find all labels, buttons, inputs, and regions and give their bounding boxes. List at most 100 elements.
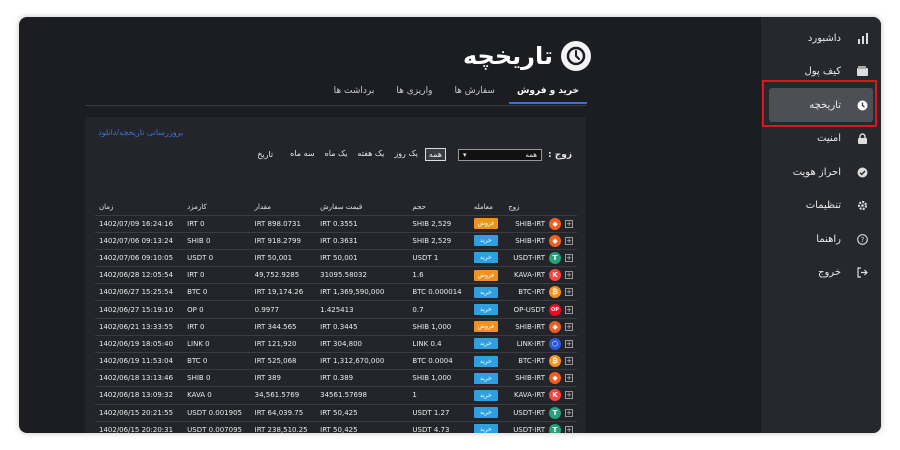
sidebar-item-label: تنظیمات — [805, 200, 841, 211]
pair-cell-content: + ◆ SHIB-IRT — [508, 217, 573, 230]
pair-cell-content: + ◆ SHIB-IRT — [508, 372, 573, 385]
pair-name: SHIB-IRT — [515, 322, 545, 331]
trade-side-badge: خرید — [473, 304, 498, 316]
table-row[interactable]: + K KAVA-IRT فروش 1.6 31095.58032 49,752.9285 I… — [95, 266, 577, 285]
pair-cell: + T USDT-IRT — [504, 421, 577, 433]
bar-chart-icon — [855, 31, 869, 45]
pair-name: SHIB-IRT — [515, 236, 545, 245]
table-row[interactable]: + ◆ SHIB-IRT فروش SHIB 1,000 IRT 0.3445 IRT 34… — [95, 318, 577, 336]
expand-row-icon[interactable]: + — [565, 408, 573, 417]
expand-row-icon[interactable]: + — [565, 357, 573, 366]
time-cell: 16:24:16 1402/07/09 — [95, 215, 184, 233]
volume-cell: 0.7 — [408, 300, 470, 319]
sidebar-item-label: راهنما — [816, 233, 841, 245]
table-row[interactable]: + ⬡ LINK-IRT خرید LINK 0.4 IRT 304,800 IRT 121… — [95, 335, 577, 354]
order-price-cell: IRT 304,800 — [316, 335, 409, 354]
pair-cell-content: + ◆ SHIB-IRT — [508, 234, 573, 247]
shib-coin-icon: ◆ — [549, 320, 561, 333]
expand-row-icon[interactable]: + — [565, 288, 573, 297]
volume-cell: BTC 0.0004 — [408, 352, 470, 371]
expand-row-icon[interactable]: + — [565, 339, 573, 348]
table-row[interactable]: + T USDT-IRT خرید USDT 4.73 IRT 50,425 IRT 238… — [95, 421, 577, 433]
history-table: زوج معامله حجم قیمت سفارش مقدار کارمزد زمان + ◆… — [95, 199, 577, 433]
period-option-1[interactable]: یک روز — [391, 148, 421, 161]
period-option-4[interactable]: سه ماه — [287, 148, 317, 161]
sidebar-item-7[interactable]: خروج — [769, 256, 873, 290]
table-row[interactable]: + ₿ BTC-IRT خرید BTC 0.000014 IRT 1,369,590,0… — [95, 283, 577, 302]
pair-cell-content: + T USDT-IRT — [508, 251, 573, 264]
sidebar-item-5[interactable]: تنظیمات — [769, 189, 873, 223]
time-cell: 09:10:05 1402/07/06 — [95, 249, 184, 268]
period-option-2[interactable]: یک هفته — [354, 148, 387, 161]
table-row[interactable]: + T USDT-IRT خرید USDT 1.27 IRT 50,425 IRT 64,… — [95, 404, 577, 422]
pair-name: USDT-IRT — [513, 408, 545, 417]
trade-side-cell: فروش — [469, 215, 505, 233]
app-frame: داشبورد کیف پول تاریخچه امنیت احراز هویت تنظی… — [19, 17, 881, 433]
trade-side-badge: خرید — [473, 252, 498, 264]
refresh-download-link[interactable]: بروزرسانی تاریخچه/دانلود — [98, 128, 183, 137]
table-row[interactable]: + K KAVA-IRT خرید 1 34561.57698 34,561.5769 KAV… — [95, 386, 577, 405]
column-header-5: کارمزد — [183, 199, 251, 216]
pair-name: SHIB-IRT — [515, 219, 545, 228]
page-title-text: تاریخچه — [463, 42, 553, 70]
tab-0[interactable]: خرید و فروش — [508, 86, 587, 104]
column-header-4: مقدار — [250, 199, 317, 216]
period-option-3[interactable]: یک ماه — [322, 148, 351, 161]
volume-cell: SHIB 2,529 — [408, 232, 470, 250]
expand-row-icon[interactable]: + — [565, 219, 573, 228]
fee-cell: BTC 0 — [183, 352, 251, 371]
table-row[interactable]: + ◆ SHIB-IRT خرید SHIB 1,000 IRT 0.389 IRT 389… — [95, 369, 577, 388]
amount-cell: IRT 238,510.25 — [250, 421, 317, 433]
table-row[interactable]: + ◆ SHIB-IRT فروش SHIB 2,529 IRT 0.3551 IRT 89… — [95, 215, 577, 233]
pair-select[interactable]: همه ▾ — [458, 148, 542, 161]
pair-cell-content: + ⬡ LINK-IRT — [508, 337, 573, 350]
expand-row-icon[interactable]: + — [565, 322, 573, 331]
fee-cell: USDT 0 — [183, 249, 251, 268]
tab-3[interactable]: برداشت ها — [326, 86, 383, 104]
volume-cell: SHIB 1,000 — [408, 369, 470, 388]
expand-row-icon[interactable]: + — [565, 374, 573, 383]
time-cell: 18:05:40 1402/06/19 — [95, 335, 184, 354]
expand-row-icon[interactable]: + — [565, 236, 573, 245]
trade-side-badge: خرید — [473, 389, 498, 401]
expand-row-icon[interactable]: + — [565, 425, 573, 433]
usdt-coin-icon: T — [549, 251, 561, 264]
expand-row-icon[interactable]: + — [565, 271, 573, 280]
table-row[interactable]: + T USDT-IRT خرید USDT 1 IRT 50,001 IRT 50,001… — [95, 249, 577, 268]
expand-row-icon[interactable]: + — [565, 391, 573, 400]
sidebar-item-6[interactable]: راهنما? — [769, 222, 873, 256]
amount-cell: IRT 50,001 — [250, 249, 317, 268]
pair-cell: + T USDT-IRT — [504, 249, 577, 268]
pair-cell: + OP OP-USDT — [504, 300, 577, 319]
table-row[interactable]: + OP OP-USDT خرید 0.7 1.425413 0.9977 OP 0 15:19… — [95, 300, 577, 319]
amount-cell: IRT 121,920 — [250, 335, 317, 354]
table-row[interactable]: + ₿ BTC-IRT خرید BTC 0.0004 IRT 1,312,670,000… — [95, 352, 577, 371]
amount-cell: 0.9977 — [250, 300, 317, 319]
filter-bar: زوج : همه ▾ همه یک روز یک هفته یک ماه سه ماه… — [257, 148, 572, 161]
order-price-cell: IRT 0.389 — [316, 369, 409, 388]
table-header: زوج معامله حجم قیمت سفارش مقدار کارمزد زمان — [95, 199, 577, 216]
pair-name: SHIB-IRT — [515, 374, 545, 383]
tab-1[interactable]: سفارش ها — [446, 86, 503, 104]
order-price-cell: IRT 0.3551 — [316, 215, 409, 233]
trade-side-cell: خرید — [469, 335, 505, 354]
tab-2[interactable]: واریزی ها — [388, 86, 440, 104]
period-option-0[interactable]: همه — [424, 148, 446, 161]
sidebar-item-label: خروج — [818, 267, 841, 278]
trade-side-badge: فروش — [473, 218, 498, 230]
order-price-cell: 31095.58032 — [316, 266, 409, 285]
table-row[interactable]: + ◆ SHIB-IRT خرید SHIB 2,529 IRT 0.3631 IRT 91… — [95, 232, 577, 250]
column-header-0: زوج — [504, 199, 577, 216]
fee-cell: IRT 0 — [183, 318, 251, 336]
kava-coin-icon: K — [549, 389, 561, 402]
column-header-6: زمان — [95, 199, 184, 216]
sidebar-item-0[interactable]: داشبورد — [769, 21, 873, 55]
order-price-cell: 34561.57698 — [316, 386, 409, 405]
period-options: همه یک روز یک هفته یک ماه سه ماه — [283, 148, 446, 161]
order-price-cell: IRT 50,425 — [316, 421, 409, 433]
sidebar-item-4[interactable]: احراز هویت — [769, 155, 873, 189]
trade-side-badge: خرید — [473, 338, 498, 350]
volume-cell: BTC 0.000014 — [408, 283, 470, 302]
expand-row-icon[interactable]: + — [565, 253, 573, 262]
expand-row-icon[interactable]: + — [565, 305, 573, 314]
